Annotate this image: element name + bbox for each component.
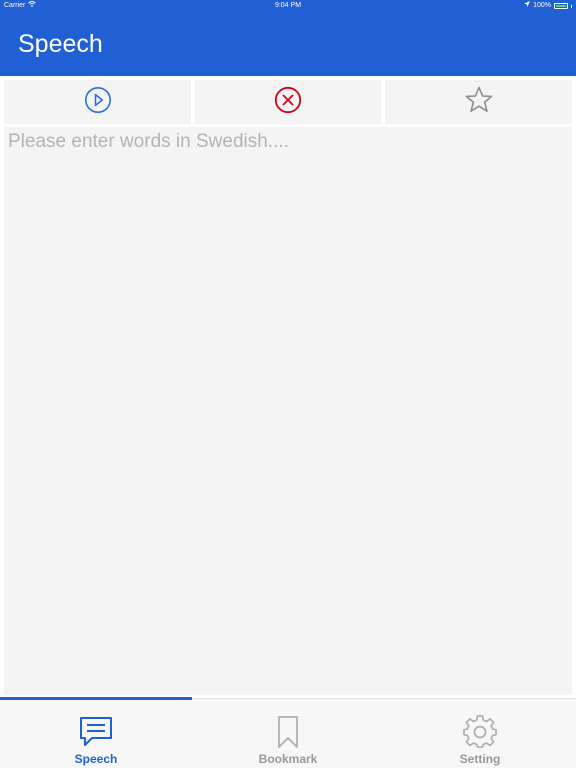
bookmark-icon <box>270 714 306 750</box>
tab-bar: Speech Bookmark Setting <box>0 697 576 768</box>
tab-setting-label: Setting <box>459 752 501 766</box>
app-root: Carrier 9:04 PM 100% Speech Please enter… <box>0 0 576 768</box>
location-arrow-icon <box>524 0 531 12</box>
tab-bookmark-label: Bookmark <box>258 752 318 766</box>
status-time: 9:04 PM <box>274 2 302 9</box>
play-button[interactable] <box>4 80 191 124</box>
add-bookmark-button[interactable] <box>385 80 572 124</box>
battery-percent: 100% <box>533 2 551 9</box>
speech-text-input[interactable] <box>4 127 572 695</box>
chat-bubble-icon <box>78 714 114 750</box>
page-title: Speech <box>18 30 103 58</box>
status-right: 100% <box>524 0 572 12</box>
star-outline-icon <box>464 85 494 120</box>
gear-icon <box>462 714 498 750</box>
tab-speech[interactable]: Speech <box>0 699 192 768</box>
tab-speech-label: Speech <box>74 752 118 766</box>
status-bar: Carrier 9:04 PM 100% <box>0 0 576 12</box>
action-toolbar <box>0 76 576 126</box>
navigation-bar: Speech <box>0 12 576 76</box>
close-circle-icon <box>274 86 302 119</box>
battery-tip <box>571 4 572 8</box>
play-circle-icon <box>84 86 112 119</box>
clear-button[interactable] <box>195 80 381 124</box>
tab-setting[interactable]: Setting <box>384 699 576 768</box>
battery-icon <box>554 3 568 9</box>
tab-bookmark[interactable]: Bookmark <box>192 699 384 768</box>
